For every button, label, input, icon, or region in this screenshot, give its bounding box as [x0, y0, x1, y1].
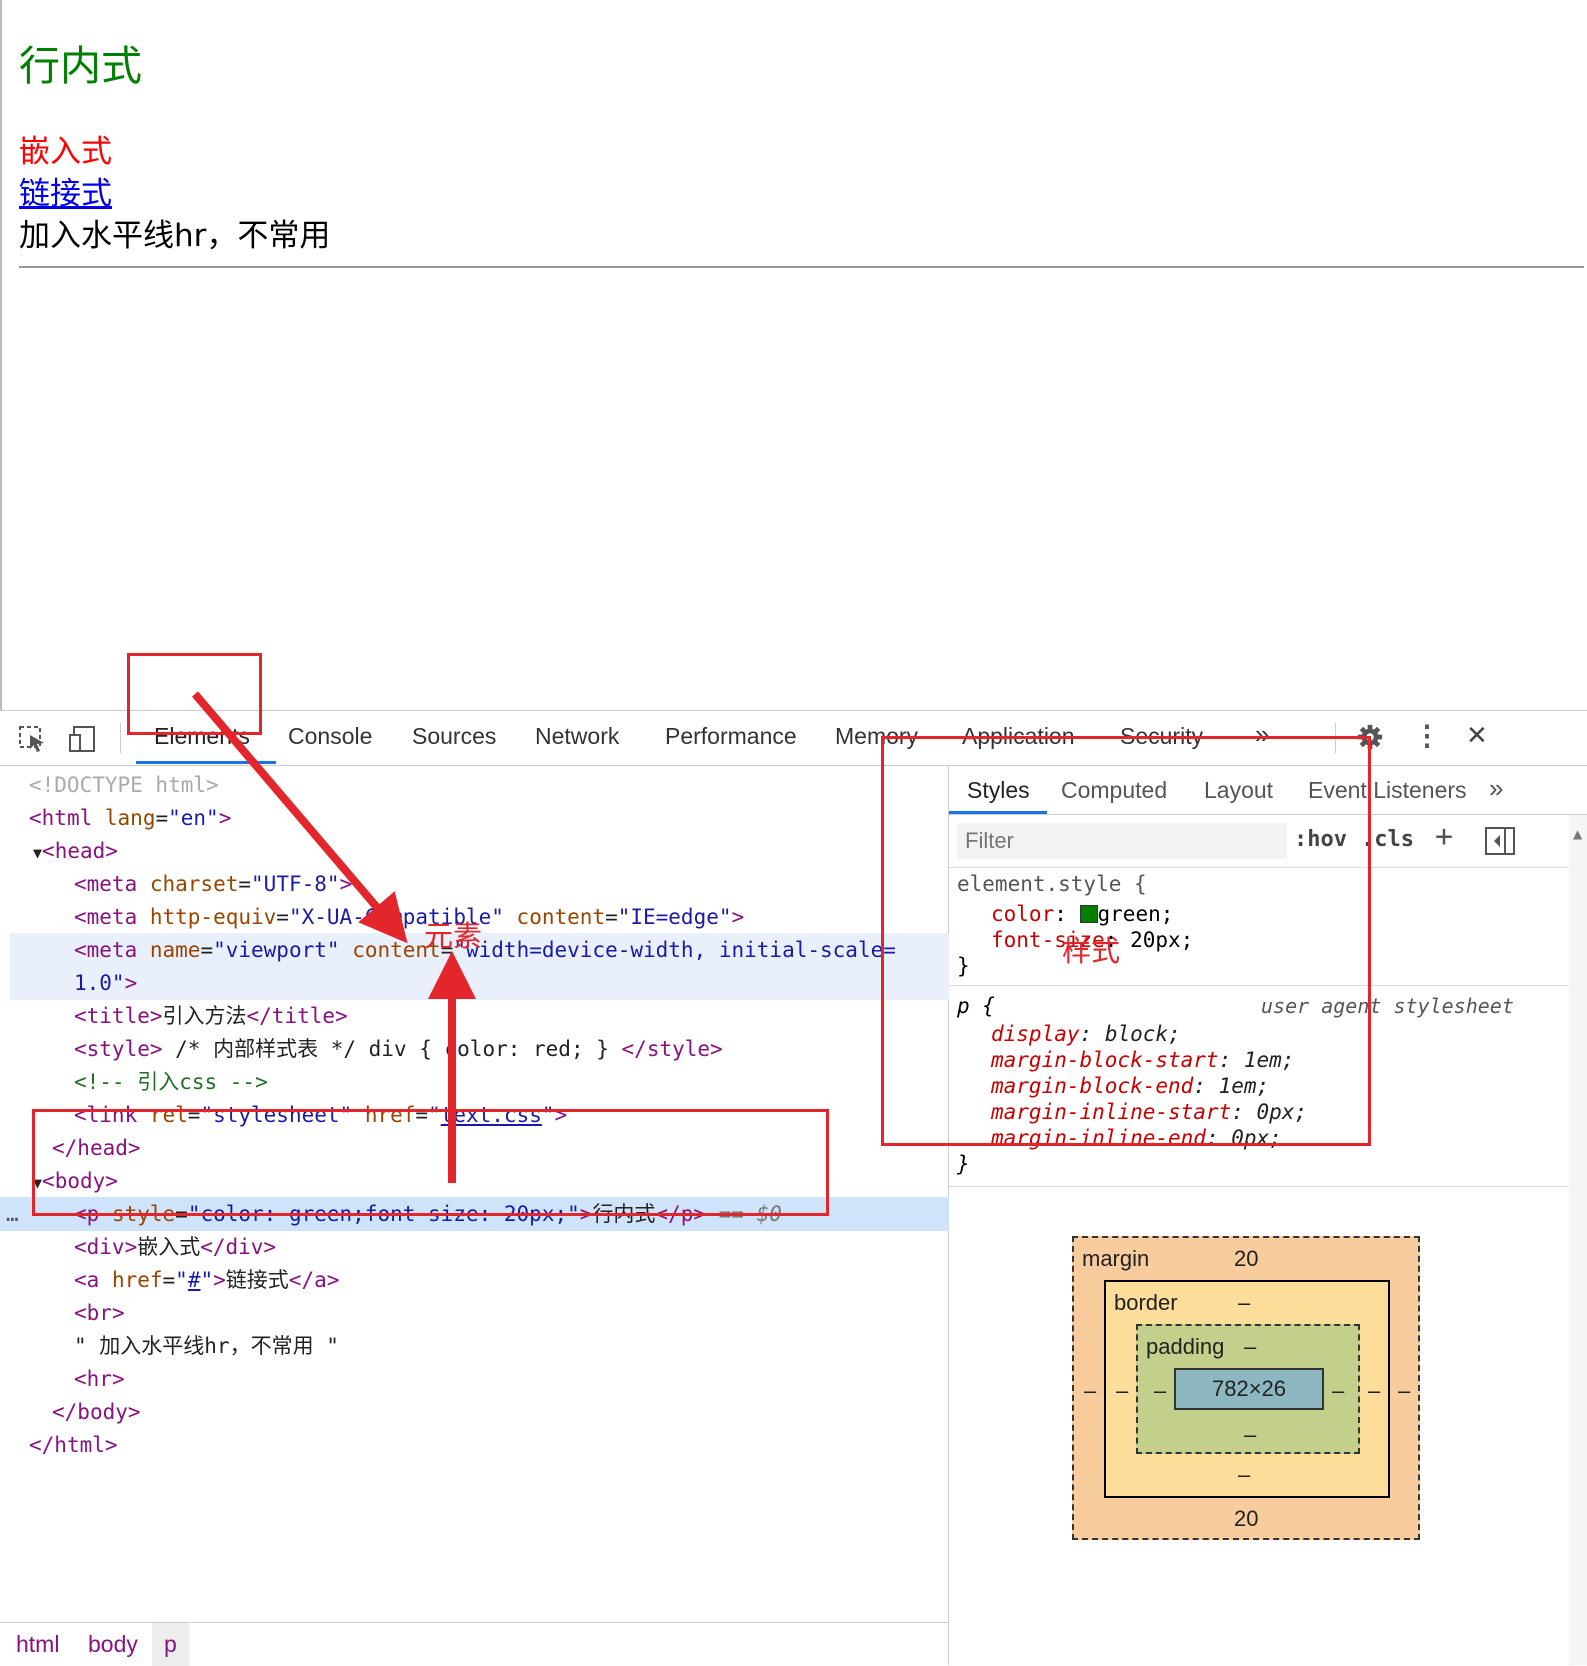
annotation-arrows [191, 691, 476, 1183]
annotation-arrow-to-elements-label [191, 691, 408, 944]
